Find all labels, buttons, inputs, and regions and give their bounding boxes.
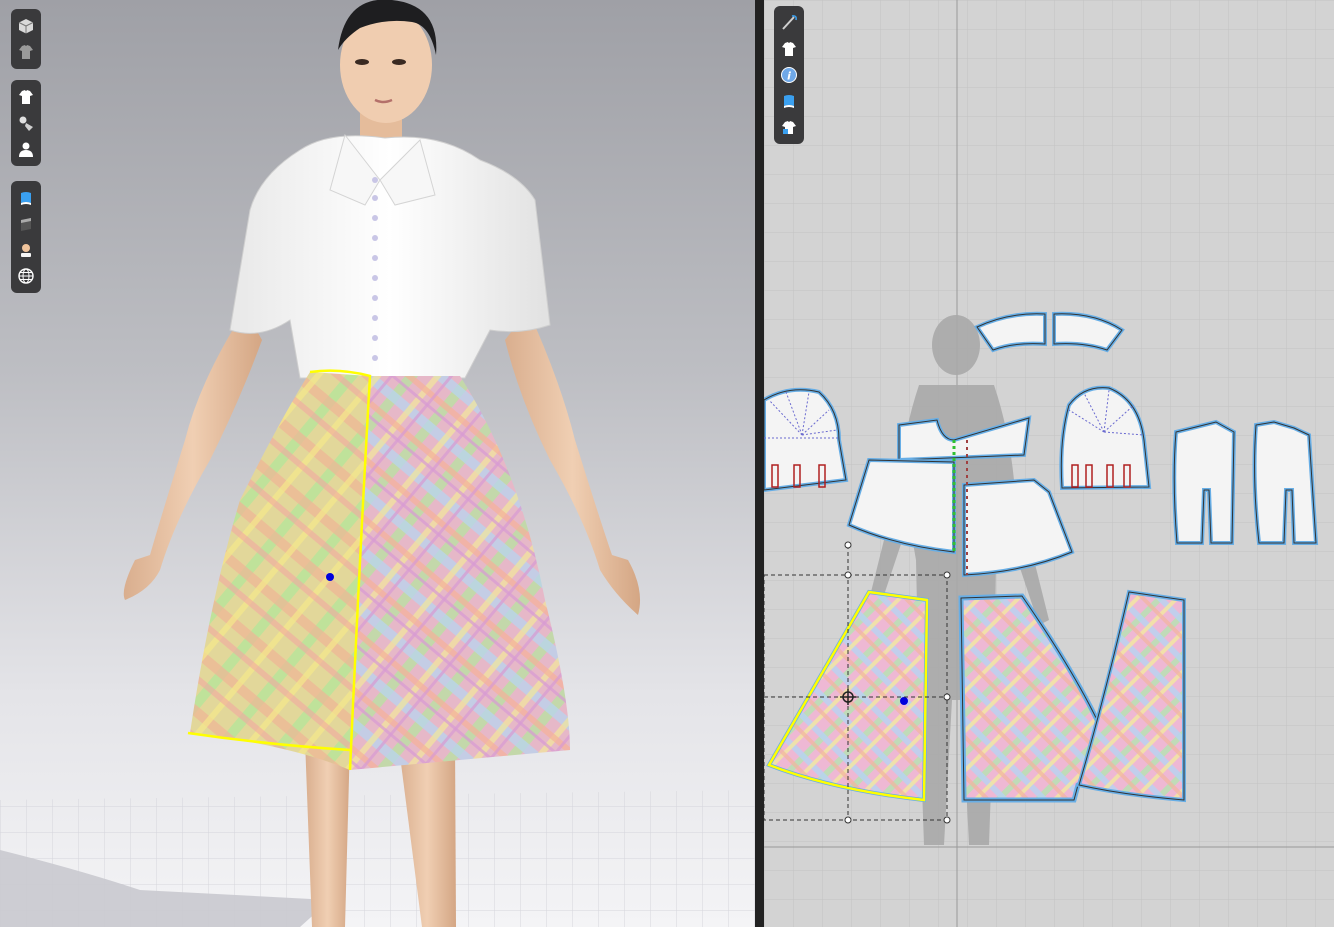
gray-fabric-icon[interactable] xyxy=(14,211,38,237)
skirt-right-3d[interactable] xyxy=(350,376,570,770)
blue-fabric-2d-icon[interactable] xyxy=(777,88,801,114)
back-panel-left[interactable] xyxy=(1172,419,1237,545)
back-panel-right[interactable] xyxy=(1252,419,1319,545)
view-splitter[interactable] xyxy=(755,0,764,927)
2d-toolbar: i xyxy=(774,6,804,144)
avatar[interactable] xyxy=(123,0,641,927)
3d-toolbar-group-3 xyxy=(11,181,41,293)
avatar-icon[interactable] xyxy=(14,136,38,162)
2d-pattern-view[interactable]: i xyxy=(764,0,1334,927)
3d-viewport[interactable] xyxy=(0,0,755,927)
3d-toolbar-group-2 xyxy=(11,80,41,166)
info-icon[interactable]: i xyxy=(777,62,801,88)
house-shirt-icon[interactable] xyxy=(777,114,801,140)
needle-icon[interactable] xyxy=(777,10,801,36)
cube-display-icon[interactable] xyxy=(14,13,38,39)
shirt-white-icon[interactable] xyxy=(777,36,801,62)
svg-text:i: i xyxy=(787,70,791,83)
fabric-texture-icon[interactable] xyxy=(14,110,38,136)
skin-icon[interactable] xyxy=(14,237,38,263)
globe-icon[interactable] xyxy=(14,263,38,289)
garment-display-icon[interactable] xyxy=(14,39,38,65)
blue-fabric-icon[interactable] xyxy=(14,185,38,211)
shirt-icon[interactable] xyxy=(14,84,38,110)
pattern-canvas[interactable] xyxy=(764,0,1334,927)
3d-scene[interactable] xyxy=(0,0,755,927)
floor-grid xyxy=(0,790,755,927)
3d-toolbar-group-1 xyxy=(11,9,41,69)
